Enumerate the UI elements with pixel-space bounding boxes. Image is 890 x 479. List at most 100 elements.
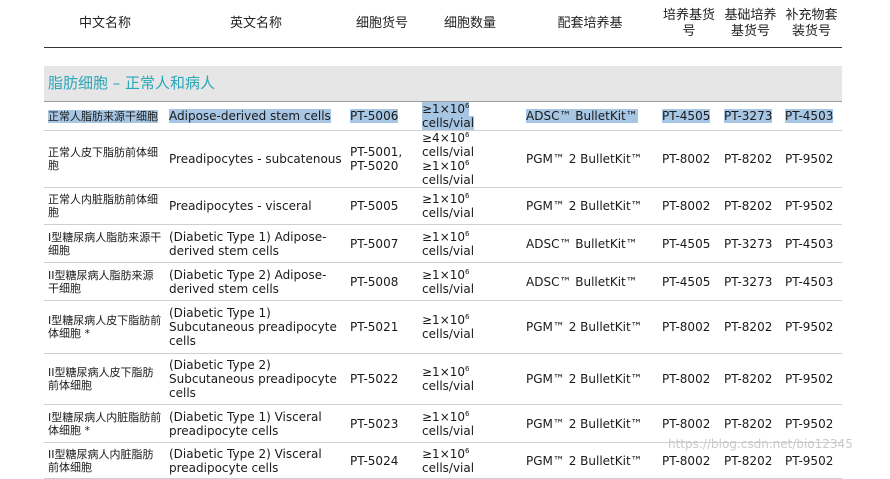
english-name-cell: (Diabetic Type 1) Subcutaneous preadipoc… bbox=[166, 300, 346, 354]
chinese-name-cell: II型糖尿病人内脏脂肪前体细胞 bbox=[44, 442, 166, 479]
supplement-catalog-cell: PT-9502 bbox=[781, 187, 842, 225]
chinese-name-cell: 正常人脂肪来源干细胞 bbox=[44, 101, 166, 131]
column-header: 配套培养基 bbox=[522, 0, 658, 48]
medium-cell-text: ADSC™ BulletKit™ bbox=[526, 109, 638, 123]
catalog-number-cell-text: PT-5008 bbox=[350, 274, 399, 289]
basal-medium-catalog-cell-text: PT-8202 bbox=[724, 416, 773, 431]
header-row: 中文名称 英文名称 细胞货号 细胞数量 配套培养基 培养基货号 基础培养基货号 … bbox=[44, 0, 842, 48]
medium-catalog-cell-text: PT-8002 bbox=[662, 199, 711, 213]
basal-medium-catalog-cell: PT-8202 bbox=[720, 353, 781, 405]
medium-catalog-cell: PT-8002 bbox=[658, 187, 720, 225]
catalog-number-cell: PT-5007 bbox=[346, 224, 418, 263]
table-row: 正常人脂肪来源干细胞 Adipose-derived stem cells PT-5… bbox=[44, 101, 842, 131]
medium-cell: ADSC™ BulletKit™ bbox=[522, 224, 658, 263]
table-row: 正常人内脏脂肪前体细胞 Preadipocytes - visceral PT-50… bbox=[44, 187, 842, 225]
supplement-catalog-cell: PT-4503 bbox=[781, 224, 842, 263]
cell-quantity-cell-text: ≥1×106 cells/vial bbox=[422, 267, 475, 296]
english-name-cell: (Diabetic Type 1) Adipose-derived stem c… bbox=[166, 224, 346, 263]
chinese-name-cell: 正常人内脏脂肪前体细胞 bbox=[44, 187, 166, 225]
supplement-catalog-cell: PT-4503 bbox=[781, 101, 842, 131]
chinese-name-cell: I型糖尿病人皮下脂肪前体细胞 * bbox=[44, 300, 166, 354]
medium-cell: PGM™ 2 BulletKit™ bbox=[522, 353, 658, 405]
medium-cell-text: PGM™ 2 BulletKit™ bbox=[526, 320, 643, 334]
product-table: 中文名称 英文名称 细胞货号 细胞数量 配套培养基 培养基货号 基础培养基货号 … bbox=[44, 0, 842, 479]
medium-catalog-cell-text: PT-4505 bbox=[662, 236, 711, 251]
chinese-name-cell-text: 正常人脂肪来源干细胞 bbox=[48, 109, 158, 123]
english-name-cell-text: (Diabetic Type 1) Subcutaneous preadipoc… bbox=[169, 306, 337, 348]
chinese-name-cell: II型糖尿病人脂肪来源干细胞 bbox=[44, 262, 166, 301]
medium-catalog-cell-text: PT-8002 bbox=[662, 320, 711, 334]
cell-quantity-cell-text: ≥1×106 cells/vial bbox=[422, 446, 475, 475]
catalog-number-cell-text: PT-5001, PT-5020 bbox=[350, 145, 403, 173]
cell-quantity-cell: ≥1×106 cells/vial bbox=[418, 101, 522, 131]
supplement-catalog-cell-text: PT-9502 bbox=[785, 199, 834, 213]
medium-catalog-cell-text: PT-8002 bbox=[662, 416, 711, 431]
medium-cell: ADSC™ BulletKit™ bbox=[522, 101, 658, 131]
chinese-name-cell-text: I型糖尿病人脂肪来源干细胞 bbox=[48, 230, 162, 257]
catalog-number-cell-text: PT-5022 bbox=[350, 372, 399, 386]
cell-quantity-cell-text: ≥1×106 cells/vial bbox=[422, 313, 475, 341]
chinese-name-cell-text: I型糖尿病人皮下脂肪前体细胞 * bbox=[48, 314, 162, 340]
table-row: II型糖尿病人皮下脂肪前体细胞 (Diabetic Type 2) Subcuta… bbox=[44, 353, 842, 405]
cell-quantity-cell: ≥1×106 cells/vial bbox=[418, 187, 522, 225]
chinese-name-cell-text: II型糖尿病人脂肪来源干细胞 bbox=[48, 268, 154, 295]
section-header-row: 脂肪细胞 – 正常人和病人 bbox=[44, 66, 842, 102]
cell-quantity-cell-text: ≥1×106 cells/vial bbox=[422, 192, 475, 220]
medium-catalog-cell-text: PT-4505 bbox=[662, 109, 711, 123]
chinese-name-cell: I型糖尿病人脂肪来源干细胞 bbox=[44, 224, 166, 263]
english-name-cell: Preadipocytes - visceral bbox=[166, 187, 346, 225]
supplement-catalog-cell: PT-4503 bbox=[781, 262, 842, 301]
table-row: 正常人皮下脂肪前体细胞 Preadipocytes - subcatenous PT… bbox=[44, 130, 842, 188]
catalog-number-cell: PT-5005 bbox=[346, 187, 418, 225]
catalog-number-cell-text: PT-5023 bbox=[350, 416, 399, 431]
basal-medium-catalog-cell: PT-3273 bbox=[720, 262, 781, 301]
basal-medium-catalog-cell-text: PT-8202 bbox=[724, 152, 773, 166]
catalog-number-cell-text: PT-5007 bbox=[350, 236, 399, 251]
chinese-name-cell: II型糖尿病人皮下脂肪前体细胞 bbox=[44, 353, 166, 405]
cell-quantity-cell-text: ≥1×106 cells/vial bbox=[422, 409, 475, 438]
supplement-catalog-cell-text: PT-4503 bbox=[785, 236, 834, 251]
english-name-cell-text: (Diabetic Type 2) Visceral preadipocyte … bbox=[169, 446, 322, 475]
english-name-cell-text: Preadipocytes - subcatenous bbox=[169, 152, 342, 166]
supplement-catalog-cell-text: PT-4503 bbox=[785, 274, 834, 289]
medium-catalog-cell: PT-8002 bbox=[658, 130, 720, 188]
cell-quantity-cell: ≥1×106 cells/vial bbox=[418, 442, 522, 479]
cell-quantity-cell: ≥1×106 cells/vial bbox=[418, 404, 522, 443]
cell-quantity-cell: ≥1×106 cells/vial bbox=[418, 300, 522, 354]
catalog-number-cell: PT-5023 bbox=[346, 404, 418, 443]
medium-cell-text: PGM™ 2 BulletKit™ bbox=[526, 416, 643, 431]
english-name-cell: (Diabetic Type 2) Subcutaneous preadipoc… bbox=[166, 353, 346, 405]
medium-cell: PGM™ 2 BulletKit™ bbox=[522, 300, 658, 354]
catalog-number-cell-text: PT-5021 bbox=[350, 320, 399, 334]
supplement-catalog-cell-text: PT-9502 bbox=[785, 320, 834, 334]
medium-cell-text: ADSC™ BulletKit™ bbox=[526, 236, 638, 251]
catalog-number-cell-text: PT-5024 bbox=[350, 453, 399, 468]
english-name-cell-text: (Diabetic Type 1) Adipose-derived stem c… bbox=[169, 229, 327, 258]
medium-catalog-cell: PT-4505 bbox=[658, 101, 720, 131]
medium-catalog-cell-text: PT-8002 bbox=[662, 372, 711, 386]
basal-medium-catalog-cell-text: PT-3273 bbox=[724, 109, 773, 123]
chinese-name-cell-text: 正常人皮下脂肪前体细胞 bbox=[48, 146, 158, 172]
english-name-cell-text: Adipose-derived stem cells bbox=[169, 109, 331, 123]
cell-quantity-cell: ≥1×106 cells/vial bbox=[418, 224, 522, 263]
product-table-sheet: 中文名称 英文名称 细胞货号 细胞数量 配套培养基 培养基货号 基础培养基货号 … bbox=[44, 0, 842, 479]
catalog-number-cell-text: PT-5005 bbox=[350, 199, 399, 213]
supplement-catalog-cell-text: PT-9502 bbox=[785, 152, 834, 166]
basal-medium-catalog-cell: PT-8202 bbox=[720, 130, 781, 188]
english-name-cell: Adipose-derived stem cells bbox=[166, 101, 346, 131]
column-header: 基础培养基货号 bbox=[720, 0, 781, 48]
catalog-number-cell: PT-5008 bbox=[346, 262, 418, 301]
english-name-cell: (Diabetic Type 2) Visceral preadipocyte … bbox=[166, 442, 346, 479]
medium-catalog-cell-text: PT-8002 bbox=[662, 453, 711, 468]
basal-medium-catalog-cell-text: PT-8202 bbox=[724, 199, 773, 213]
basal-medium-catalog-cell-text: PT-3273 bbox=[724, 274, 773, 289]
column-header: 补充物套装货号 bbox=[781, 0, 842, 48]
basal-medium-catalog-cell-text: PT-8202 bbox=[724, 320, 773, 334]
cell-quantity-cell-text: ≥4×106 cells/vial ≥1×106 cells/vial bbox=[422, 131, 475, 187]
catalog-number-cell: PT-5024 bbox=[346, 442, 418, 479]
basal-medium-catalog-cell: PT-8202 bbox=[720, 187, 781, 225]
supplement-catalog-cell: PT-9502 bbox=[781, 130, 842, 188]
catalog-number-cell-text: PT-5006 bbox=[350, 109, 399, 123]
basal-medium-catalog-cell-text: PT-3273 bbox=[724, 236, 773, 251]
supplement-catalog-cell-text: PT-4503 bbox=[785, 109, 834, 123]
